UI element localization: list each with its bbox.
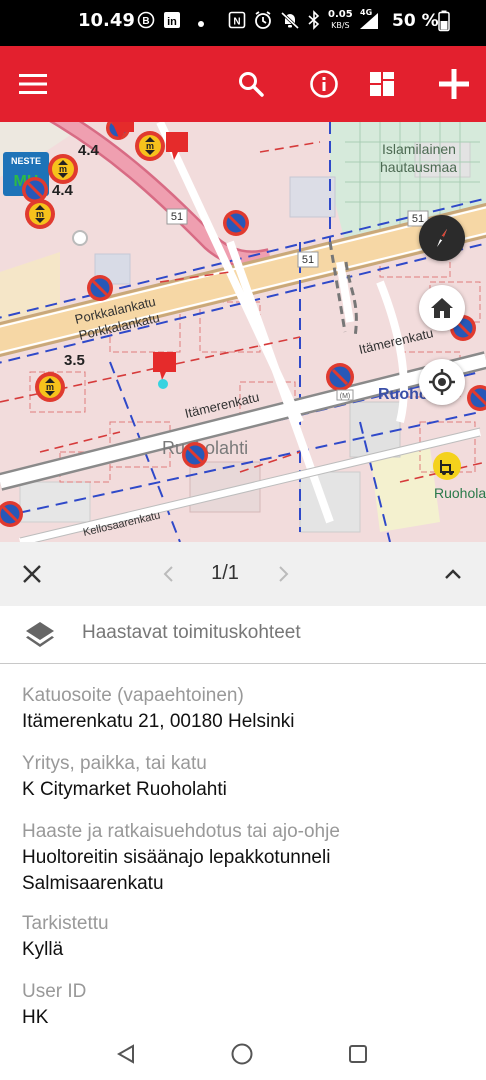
recents-square-icon bbox=[349, 1045, 367, 1063]
grid-view-button[interactable] bbox=[358, 60, 406, 108]
status-time: 10.49 bbox=[78, 10, 135, 31]
field-label: Yritys, paikka, tai katu bbox=[22, 753, 207, 774]
nfc-icon: N bbox=[228, 11, 246, 33]
field-value: Itämerenkatu 21, 00180 Helsinki bbox=[22, 711, 295, 732]
plus-icon bbox=[439, 69, 469, 99]
status-bar: 10.49 B in N 0.05 KB/S 4G 50 % bbox=[0, 0, 486, 46]
field-value: HK bbox=[22, 1007, 49, 1026]
result-pager: 1/1 bbox=[0, 542, 486, 606]
info-button[interactable] bbox=[300, 60, 348, 108]
signal-icon: 4G bbox=[358, 8, 380, 35]
hamburger-menu-icon bbox=[19, 74, 47, 94]
alarm-icon bbox=[253, 10, 273, 34]
svg-text:m: m bbox=[59, 164, 67, 174]
grid-icon bbox=[370, 72, 394, 96]
loading-icon bbox=[433, 452, 461, 480]
layers-icon bbox=[24, 619, 56, 656]
field-value: K Citymarket Ruoholahti bbox=[22, 779, 227, 800]
back-triangle-icon bbox=[116, 1044, 134, 1064]
home-icon bbox=[431, 298, 453, 318]
menu-button[interactable] bbox=[9, 60, 57, 108]
poi-label-islamilainen: Islamilainen bbox=[382, 141, 456, 157]
chevron-right-icon bbox=[279, 566, 289, 582]
field-value: Huoltoreitin sisäänajo lepakkotunneli Sa… bbox=[22, 847, 331, 894]
map-view[interactable]: 51 51 51 Porkkalankatu Porkkalankatu Itä… bbox=[0, 122, 486, 542]
road-shield-51a: 51 bbox=[171, 211, 183, 223]
collapse-button[interactable] bbox=[433, 554, 473, 594]
my-location-icon bbox=[429, 369, 455, 395]
back-button[interactable] bbox=[106, 1034, 146, 1074]
app-toolbar bbox=[0, 46, 486, 122]
network-speed: 0.05 KB/S bbox=[328, 9, 353, 30]
chevron-up-icon bbox=[445, 569, 461, 579]
svg-text:(M): (M) bbox=[340, 393, 351, 400]
pager-count: 1/1 bbox=[211, 562, 239, 584]
info-icon bbox=[310, 70, 338, 98]
road-shield-51b: 51 bbox=[302, 254, 314, 266]
previous-button[interactable] bbox=[149, 554, 189, 594]
battery-icon bbox=[438, 10, 450, 36]
recents-button[interactable] bbox=[338, 1034, 378, 1074]
compass-icon bbox=[437, 229, 447, 247]
map-rating-b: 4.4 bbox=[52, 182, 74, 199]
b-badge-icon: B bbox=[137, 11, 155, 33]
map-rating-a: 4.4 bbox=[78, 142, 100, 159]
svg-text:m: m bbox=[36, 209, 44, 219]
field-label: Tarkistettu bbox=[22, 913, 109, 934]
layer-header: Haastavat toimituskohteet bbox=[0, 606, 486, 664]
search-button[interactable] bbox=[227, 60, 275, 108]
poi-label-hautausmaa: hautausmaa bbox=[380, 159, 457, 175]
svg-text:B: B bbox=[142, 16, 149, 27]
chevron-left-icon bbox=[163, 566, 173, 582]
layer-title: Haastavat toimituskohteet bbox=[82, 622, 301, 643]
map-canvas: 51 51 51 Porkkalankatu Porkkalankatu Itä… bbox=[0, 122, 486, 542]
field-challenge: Haaste ja ratkaisuehdotus tai ajo-ohje H… bbox=[22, 819, 412, 897]
add-button[interactable] bbox=[430, 60, 478, 108]
field-label: Katuosoite (vapaehtoinen) bbox=[22, 685, 244, 706]
mute-bell-icon bbox=[280, 10, 300, 34]
battery-percent: 50 % bbox=[392, 11, 439, 31]
close-button[interactable] bbox=[12, 554, 52, 594]
field-street-address: Katuosoite (vapaehtoinen) Itämerenkatu 2… bbox=[22, 683, 472, 735]
linkedin-icon: in bbox=[163, 11, 181, 33]
field-label: Haaste ja ratkaisuehdotus tai ajo-ohje bbox=[22, 821, 340, 842]
field-checked: Tarkistettu Kyllä bbox=[22, 911, 472, 963]
next-button[interactable] bbox=[263, 554, 303, 594]
locate-button[interactable] bbox=[419, 359, 465, 405]
dot-icon bbox=[197, 14, 205, 32]
close-icon bbox=[23, 565, 41, 583]
svg-text:m: m bbox=[146, 141, 154, 151]
road-shield-51c: 51 bbox=[412, 213, 424, 225]
home-circle-icon bbox=[231, 1043, 253, 1065]
svg-text:in: in bbox=[167, 16, 177, 28]
feature-details[interactable]: Katuosoite (vapaehtoinen) Itämerenkatu 2… bbox=[0, 664, 486, 1026]
field-label: User ID bbox=[22, 981, 87, 1002]
field-user-id: User ID HK bbox=[22, 979, 472, 1026]
home-map-button[interactable] bbox=[419, 285, 465, 331]
home-nav-button[interactable] bbox=[222, 1034, 262, 1074]
compass-button[interactable] bbox=[419, 215, 465, 261]
map-rating-c: 3.5 bbox=[64, 352, 85, 369]
system-nav-bar bbox=[0, 1026, 486, 1080]
field-value: Kyllä bbox=[22, 939, 64, 960]
svg-text:m: m bbox=[46, 382, 54, 392]
svg-text:N: N bbox=[233, 17, 240, 28]
station-label-ruoholahti: Ruoholahti bbox=[434, 485, 486, 501]
field-company: Yritys, paikka, tai katu K Citymarket Ru… bbox=[22, 751, 472, 803]
svg-text:NESTE: NESTE bbox=[11, 156, 41, 166]
search-icon bbox=[239, 72, 264, 97]
bluetooth-icon bbox=[306, 10, 322, 34]
